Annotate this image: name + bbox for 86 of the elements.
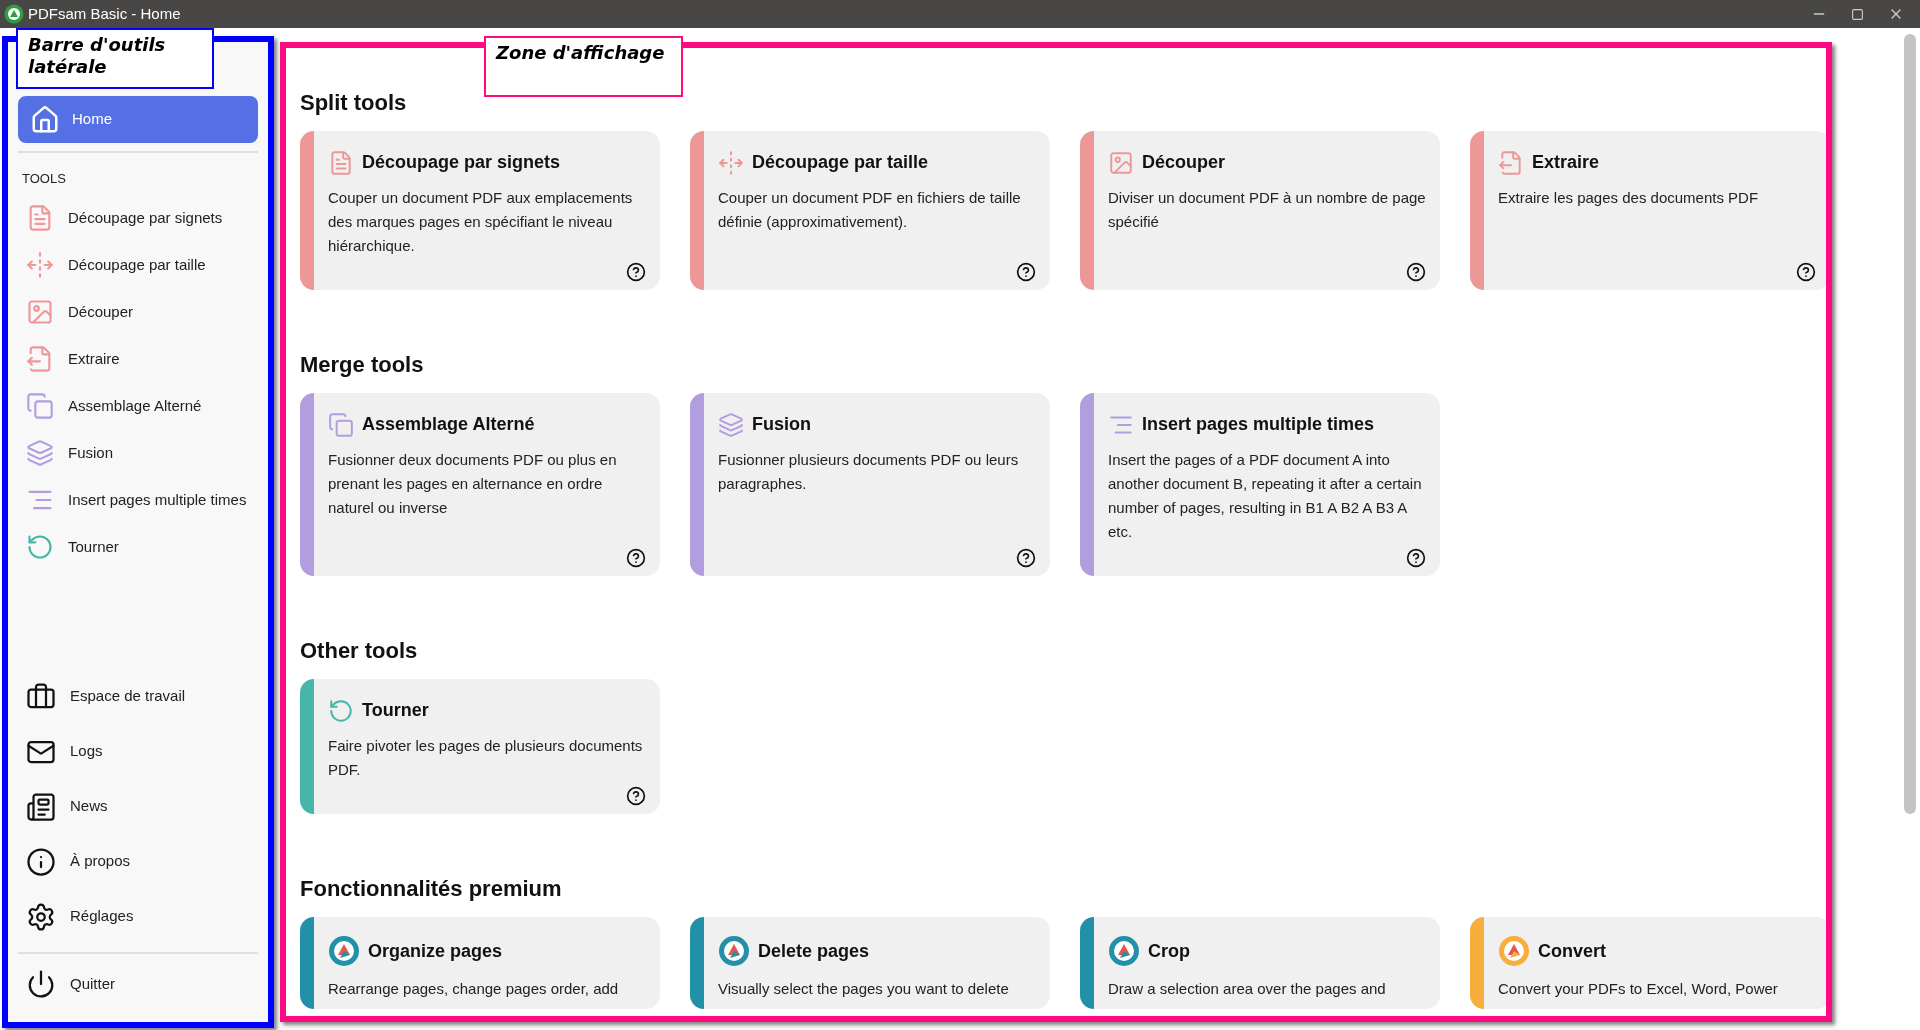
annotation-label: Barre d'outils latérale — [16, 28, 214, 89]
window-title: PDFsam Basic - Home — [28, 3, 181, 24]
home-icon — [30, 104, 60, 135]
card-description: Faire pivoter les pages de plusieurs documents PDF. — [328, 736, 644, 780]
layers-icon — [718, 411, 744, 438]
sidebar-item[interactable]: À propos — [18, 834, 258, 889]
card-description: Diviser un document PDF à un nombre de page spécifié — [1108, 188, 1426, 232]
card-title: Extraire — [1532, 151, 1600, 174]
help-icon[interactable] — [1016, 262, 1036, 282]
card-title: Découper — [1142, 151, 1226, 174]
sidebar-item[interactable]: Insert pages multiple times — [18, 476, 258, 524]
help-icon[interactable] — [626, 548, 646, 568]
sidebar-item[interactable]: Réglages — [18, 889, 258, 944]
tool-card[interactable]: Découper Diviser un document PDF à un nombre de page spécifié — [1080, 131, 1440, 290]
card-description: Convert your PDFs to Excel, Word, Power — [1498, 979, 1779, 999]
sidebar-item[interactable]: Espace de travail — [18, 669, 258, 724]
card-description: Couper un document PDF aux emplacements des marques pages en spécifiant le niveau hiérarchique. — [328, 188, 634, 256]
sidebar-item[interactable]: Extraire — [18, 335, 258, 383]
document-icon — [328, 149, 354, 176]
card-title: Convert — [1538, 939, 1606, 963]
logo-icon — [1108, 935, 1140, 967]
card-description: Extraire les pages des documents PDF — [1498, 188, 1760, 208]
card-description: Rearrange pages, change pages order, add — [328, 979, 620, 999]
tool-card[interactable]: Découpage par signets Couper un document PDF aux emplacements des marques pages en spécifiant le niveau hiérarchique. — [300, 131, 660, 290]
card-description: Fusionner plusieurs documents PDF ou leurs paragraphes. — [718, 450, 1020, 494]
help-icon[interactable] — [1016, 548, 1036, 568]
sidebar-item[interactable]: Tourner — [18, 523, 258, 571]
card-title: Découpage par signets — [362, 151, 561, 174]
pages-icon — [328, 411, 354, 438]
tool-card[interactable]: Insert pages multiple times Insert the pages of a PDF document A into another document B, repeating it after a certain number of pages, resulting in B1 A B2 A B3 A etc. — [1080, 393, 1440, 576]
tool-card[interactable]: Organize pages Rearrange pages, change pages order, add — [300, 917, 660, 1009]
card-description: Couper un document PDF en fichiers de taille définie (approximativement). — [718, 188, 1022, 232]
card-title: Crop — [1148, 939, 1190, 963]
sidebar-home-item[interactable]: Home — [18, 96, 258, 143]
tool-card[interactable]: Assemblage Alterné Fusionner deux documents PDF ou plus en prenant les pages en alternance en ordre naturel ou inverse — [300, 393, 660, 576]
sidebar-item[interactable]: Fusion — [18, 429, 258, 477]
app-logo-icon — [4, 4, 24, 24]
card-description: Insert the pages of a PDF document A into another document B, repeating it after a certain number of pages, resulting in B1 A B2 A B3 A etc. — [1108, 450, 1423, 542]
section-heading: Fonctionnalités premium — [300, 875, 563, 903]
help-icon[interactable] — [1406, 262, 1426, 282]
section-heading: Merge tools — [300, 351, 425, 379]
section-heading: Other tools — [300, 637, 419, 665]
tool-card[interactable]: Delete pages Visually select the pages you want to delete — [690, 917, 1050, 1009]
card-description: Draw a selection area over the pages and — [1108, 979, 1387, 999]
tool-card[interactable]: Extraire Extraire les pages des documents PDF — [1470, 131, 1826, 290]
scrollbar-thumb[interactable] — [1904, 34, 1916, 814]
tool-card[interactable]: Tourner Faire pivoter les pages de plusieurs documents PDF. — [300, 679, 660, 814]
tool-card[interactable]: Convert Convert your PDFs to Excel, Word, Power — [1470, 917, 1826, 1009]
section-label: TOOLS — [21, 170, 67, 188]
file-export-icon — [1498, 149, 1524, 176]
power-icon — [26, 969, 56, 999]
card-title: Insert pages multiple times — [1142, 413, 1375, 436]
quit-item[interactable]: Quitter — [18, 954, 258, 1014]
card-title: Assemblage Alterné — [362, 413, 535, 436]
logo-icon — [328, 935, 360, 967]
help-icon[interactable] — [1406, 548, 1426, 568]
tool-card[interactable]: Découpage par taille Couper un document PDF en fichiers de taille définie (approximativement). — [690, 131, 1050, 290]
card-title: Fusion — [752, 413, 811, 436]
card-title: Organize pages — [368, 939, 503, 963]
card-title: Delete pages — [758, 939, 870, 963]
info-icon — [26, 846, 56, 877]
help-icon[interactable] — [626, 262, 646, 282]
card-description: Fusionner deux documents PDF ou plus en prenant les pages en alternance en ordre naturel ou inverse — [328, 450, 618, 518]
logo-icon — [718, 935, 750, 967]
card-title: Découpage par taille — [752, 151, 929, 174]
arrows-icon — [718, 149, 744, 176]
sidebar-item[interactable]: Logs — [18, 724, 258, 779]
sidebar-item[interactable]: Découper — [18, 288, 258, 336]
tool-card[interactable]: Crop Draw a selection area over the pages and — [1080, 917, 1440, 1009]
logo-icon — [1498, 935, 1530, 967]
sidebar-item[interactable]: News — [18, 779, 258, 834]
settings-icon — [26, 901, 56, 932]
card-description: Visually select the pages you want to delete — [718, 979, 1010, 999]
maximize-icon[interactable] — [1851, 7, 1864, 21]
tool-card[interactable]: Fusion Fusionner plusieurs documents PDF ou leurs paragraphes. — [690, 393, 1050, 576]
annotation-label: Zone d'affichage — [484, 36, 683, 97]
sidebar-item[interactable]: Découpage par signets — [18, 194, 258, 242]
picture-icon — [1108, 149, 1134, 176]
help-icon[interactable] — [1796, 262, 1816, 282]
sidebar-item[interactable]: Assemblage Alterné — [18, 382, 258, 430]
rotate-icon — [328, 697, 354, 724]
section-heading: Split tools — [300, 89, 408, 117]
card-title: Tourner — [362, 699, 429, 722]
sidebar-item[interactable]: Découpage par taille — [18, 241, 258, 289]
newspaper-icon — [26, 791, 56, 822]
help-icon[interactable] — [626, 786, 646, 806]
